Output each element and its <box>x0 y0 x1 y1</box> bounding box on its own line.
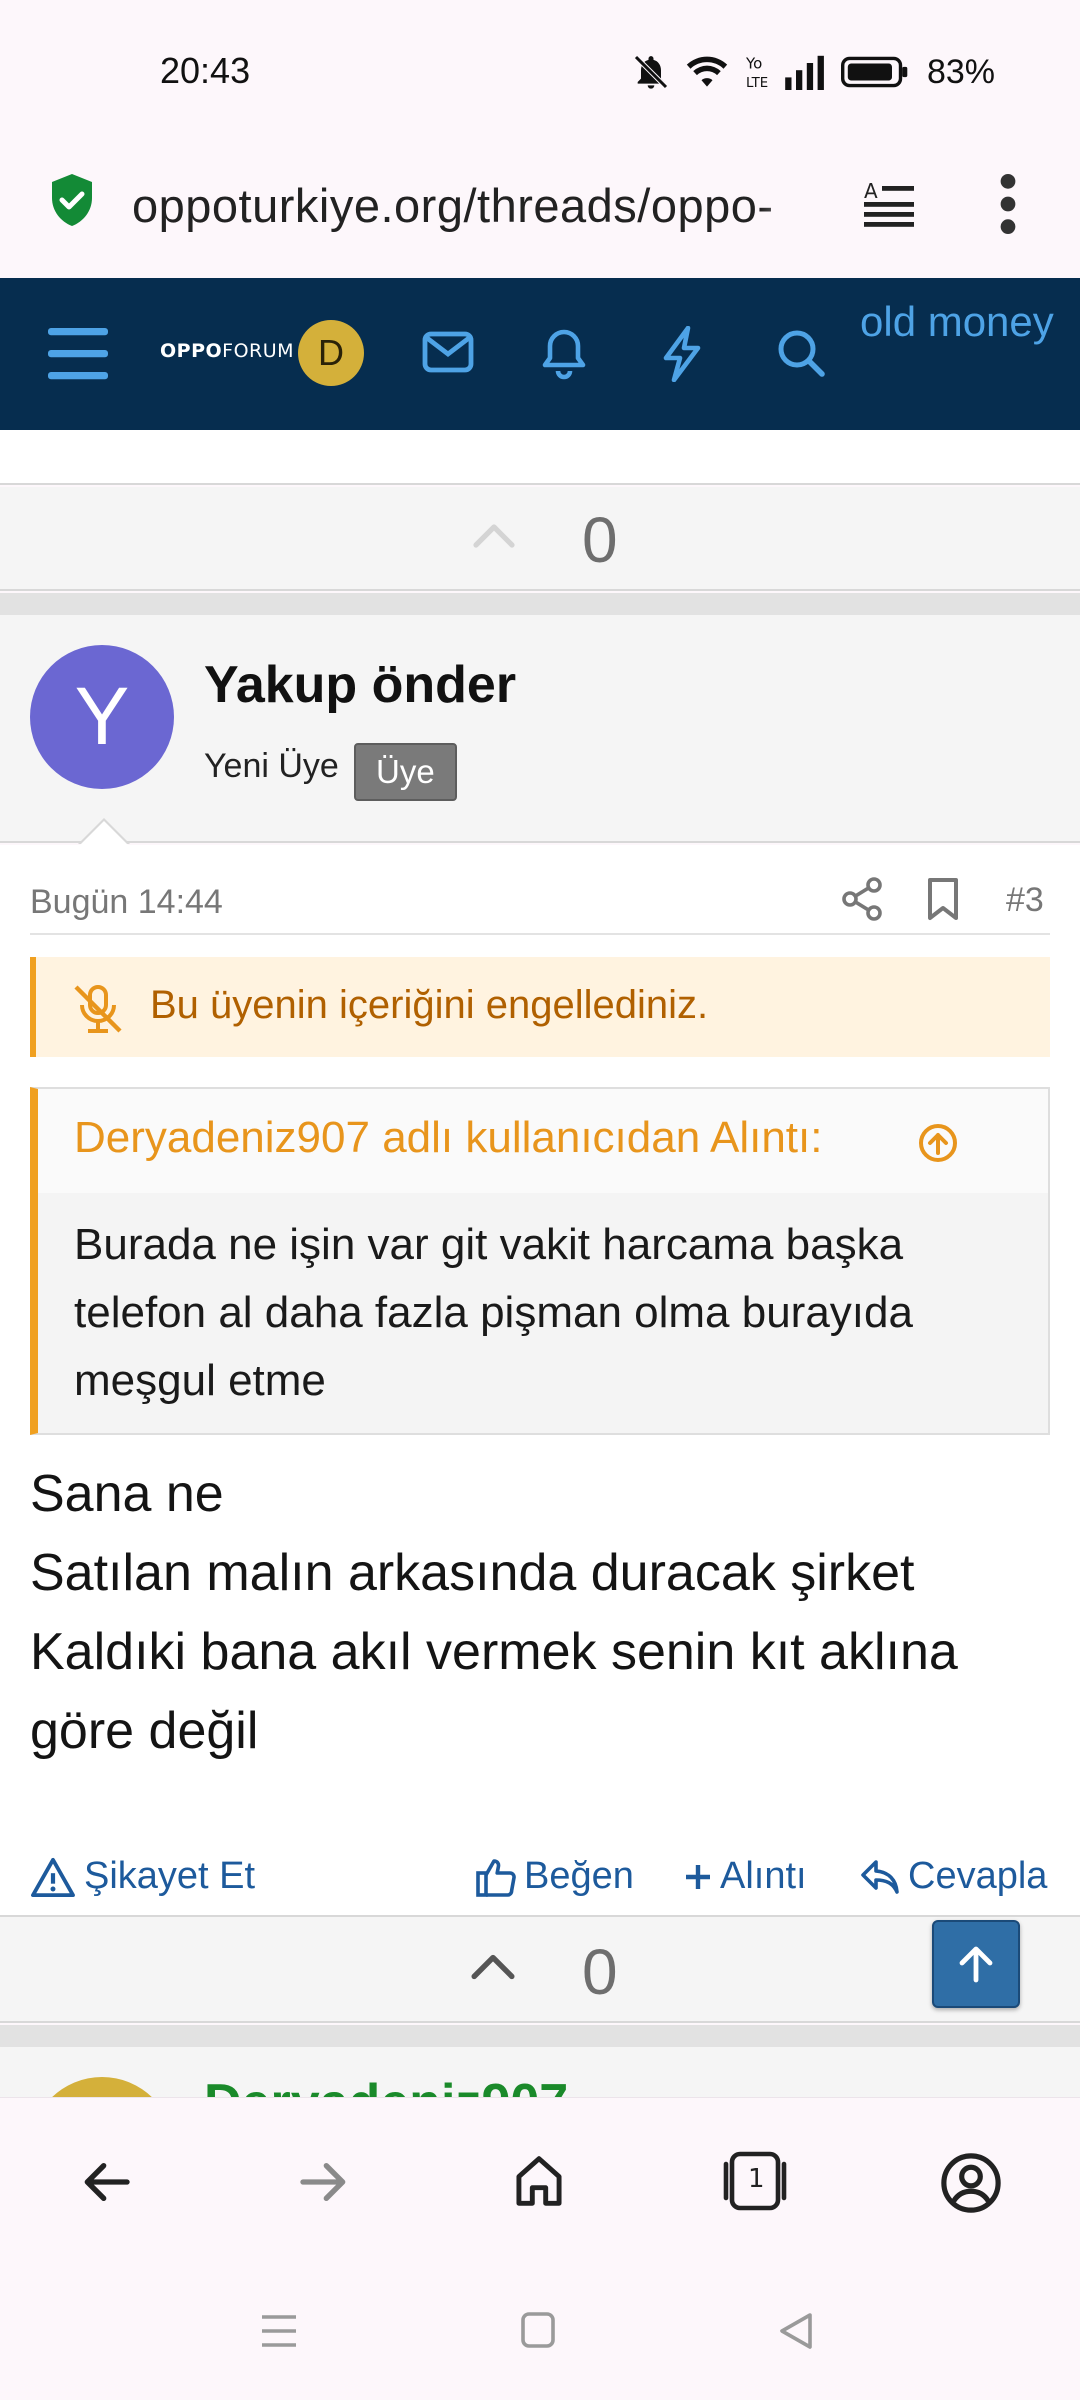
author-name[interactable]: Yakup önder <box>204 655 516 715</box>
recent-apps-icon[interactable] <box>260 2313 298 2349</box>
account-icon[interactable] <box>940 2152 1002 2214</box>
blocked-notice-text: Bu üyenin içeriğini engellediniz. <box>150 983 709 1027</box>
signal-icon <box>785 55 824 90</box>
reply-arrow-icon <box>861 1859 899 1894</box>
svg-text:LTE: LTE <box>746 76 768 91</box>
post-message: Sana ne Satılan malın arkasında duracak … <box>30 1455 1060 1771</box>
url-fade <box>760 170 830 245</box>
warning-icon <box>31 1857 75 1897</box>
reply-label: Cevapla <box>908 1855 1048 1897</box>
browser-toolbar: 1 <box>0 2097 1080 2269</box>
next-author-avatar[interactable] <box>30 2077 174 2097</box>
share-icon[interactable] <box>842 877 882 921</box>
message-line: göre değil <box>30 1702 259 1760</box>
tabs-button[interactable]: 1 <box>718 2150 792 2212</box>
like-label: Beğen <box>524 1855 634 1897</box>
like-button[interactable]: Beğen <box>476 1855 634 1898</box>
author-badge: Üye <box>354 743 457 801</box>
post-separator <box>0 2025 1080 2047</box>
logo-text-light: FORUM <box>222 340 295 362</box>
logo-text-bold: OPPO <box>160 340 223 362</box>
home-button-icon[interactable] <box>520 2311 556 2349</box>
previous-post-tail <box>0 430 1080 485</box>
post-author-header: Y Yakup önder Yeni Üye Üye <box>0 615 1080 843</box>
forward-arrow-icon[interactable] <box>296 2154 352 2210</box>
bookmark-icon[interactable] <box>926 877 960 921</box>
next-author-name[interactable]: Deryadeniz907 <box>204 2073 568 2097</box>
status-icons: Yo LTE 83% <box>631 52 995 92</box>
url-field[interactable]: oppoturkiye.org/threads/oppo- <box>132 166 822 246</box>
wifi-icon <box>686 56 728 87</box>
microphone-slash-icon <box>74 985 122 1033</box>
quote-block: Deryadeniz907 adlı kullanıcıdan Alıntı: … <box>30 1087 1050 1435</box>
status-bar: 20:43 Yo LTE 83% <box>0 0 1080 140</box>
report-label: Şikayet Et <box>84 1855 256 1897</box>
vote-count: 0 <box>582 1936 618 2008</box>
reply-button[interactable]: Cevapla <box>860 1855 1047 1898</box>
quote-text: Burada ne işin var git vakit harcama baş… <box>74 1220 913 1405</box>
mute-icon <box>634 55 668 89</box>
browser-url-bar: oppoturkiye.org/threads/oppo- A <box>0 140 1080 278</box>
system-navigation-bar <box>0 2269 1080 2400</box>
vote-count: 0 <box>582 504 618 576</box>
message-line: Satılan malın arkasında duracak şirket <box>30 1544 915 1602</box>
plus-icon <box>686 1864 710 1889</box>
lightning-bolt-icon[interactable] <box>660 326 704 382</box>
nav-username[interactable]: old money <box>860 298 1054 346</box>
user-avatar[interactable]: D <box>298 320 364 386</box>
volte-icon: Yo LTE <box>745 55 768 91</box>
quote-reply-button[interactable]: Alıntı <box>684 1855 807 1898</box>
search-icon[interactable] <box>776 328 826 378</box>
scroll-to-top-button[interactable] <box>932 1920 1020 2008</box>
divider <box>30 933 1050 935</box>
report-button[interactable]: Şikayet Et <box>30 1855 255 1898</box>
forum-logo[interactable]: OPPOFORUM <box>160 340 294 362</box>
tab-count: 1 <box>748 2164 765 2194</box>
arrow-up-icon <box>959 1946 993 1983</box>
mail-icon[interactable] <box>422 330 474 374</box>
svg-text:Yo: Yo <box>745 55 762 73</box>
quote-author-link[interactable]: Deryadeniz907 adlı kullanıcıdan Alıntı: <box>74 1113 822 1163</box>
home-icon[interactable] <box>512 2152 566 2210</box>
battery-percent: 83% <box>926 52 995 91</box>
blocked-content-notice: Bu üyenin içeriğini engellediniz. <box>30 957 1050 1057</box>
post-body: Bugün 14:44 #3 Bu üyenin içeriğini engel… <box>0 845 1080 1915</box>
upvote-chevron-icon[interactable] <box>472 523 516 549</box>
quote-label: Alıntı <box>720 1855 807 1897</box>
shield-check-icon[interactable] <box>48 172 96 228</box>
hamburger-menu-icon[interactable] <box>48 326 108 380</box>
forum-navbar: OPPOFORUM D old money <box>0 278 1080 430</box>
author-title: Yeni Üye <box>204 747 339 785</box>
status-time: 20:43 <box>160 50 251 91</box>
back-triangle-icon[interactable] <box>778 2311 814 2351</box>
author-avatar[interactable]: Y <box>30 645 174 789</box>
thumbs-up-icon <box>476 1858 516 1897</box>
upvote-chevron-icon[interactable] <box>470 1953 516 1981</box>
bell-icon[interactable] <box>540 326 588 380</box>
quote-header[interactable]: Deryadeniz907 adlı kullanıcıdan Alıntı: <box>38 1089 1048 1193</box>
reader-mode-icon[interactable]: A <box>862 178 916 230</box>
next-post-peek: Deryadeniz907 <box>0 2047 1080 2097</box>
previous-post-vote-bar: 0 <box>0 487 1080 591</box>
post-separator <box>0 593 1080 615</box>
post-number[interactable]: #3 <box>1006 881 1044 920</box>
battery-icon <box>840 56 908 88</box>
message-line: Sana ne <box>30 1465 224 1523</box>
post-date[interactable]: Bugün 14:44 <box>30 883 223 922</box>
post-actions: Şikayet Et Beğen Alıntı Cevapla <box>0 1845 1080 1915</box>
circle-arrow-up-icon[interactable] <box>918 1123 958 1163</box>
post-vote-bar: 0 <box>0 1915 1080 2023</box>
back-arrow-icon[interactable] <box>78 2154 134 2210</box>
menu-dots-icon[interactable] <box>990 170 1026 238</box>
message-line: Kaldıki bana akıl vermek senin kıt aklın… <box>30 1623 958 1681</box>
header-pointer-fill <box>80 821 128 845</box>
svg-text:A: A <box>864 179 878 203</box>
